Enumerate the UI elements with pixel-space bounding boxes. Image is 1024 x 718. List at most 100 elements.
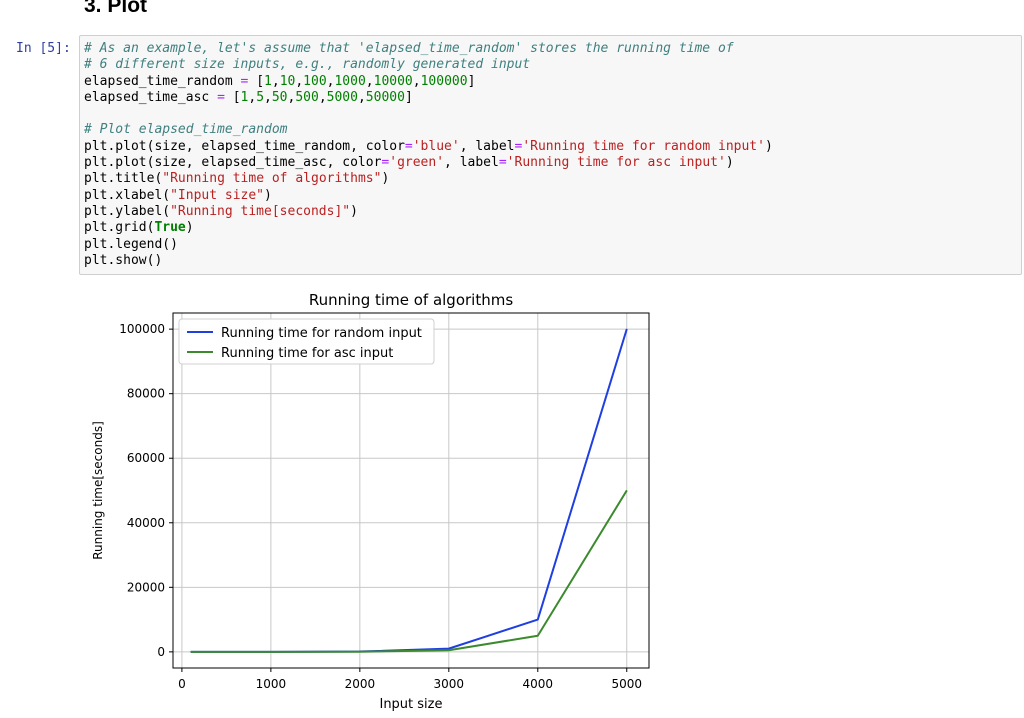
data-point (190, 651, 192, 653)
code-line: plt.show() (84, 253, 162, 268)
code-token: elapsed_time_asc (84, 89, 218, 105)
code-token: , (295, 73, 304, 89)
code-token: 5 (256, 89, 265, 105)
code-token: 1000 (334, 73, 366, 89)
code-token: plt.plot(size, elapsed_time_random, colo… (84, 138, 405, 154)
code-token: , (357, 89, 366, 105)
code-token: True (154, 220, 186, 236)
y-tick-label: 80000 (127, 387, 165, 401)
code-line: elapsed_time_asc = [1,5,50,500,5000,5000… (84, 90, 413, 105)
code-token: plt.legend() (84, 236, 178, 252)
code-line: # Plot elapsed_time_random (84, 122, 288, 137)
output-area: 0 1000 2000 3000 4000 5000 0 20000 40000 60000 800… (80, 282, 680, 714)
code-line: elapsed_time_random = [1,10,100,1000,100… (84, 74, 475, 89)
code-token: ) (350, 203, 358, 219)
code-line: plt.plot(size, elapsed_time_random, colo… (84, 139, 773, 154)
code-token: # As an example, let's assume that 'elap… (84, 41, 734, 56)
code-token: 100000 (420, 73, 468, 89)
data-point (359, 651, 361, 653)
code-line: plt.plot(size, elapsed_time_asc, color='… (84, 155, 734, 170)
code-token: plt.title( (84, 171, 163, 187)
code-token: = (217, 89, 225, 105)
code-token: # 6 different size inputs, e.g., randoml… (84, 57, 531, 73)
section-heading: 3. Plot (84, 0, 148, 17)
code-line: # As an example, let's assume that 'elap… (84, 41, 734, 56)
code-token: , label (459, 138, 515, 154)
x-tick-label: 1000 (256, 677, 287, 691)
code-token: 'green' (389, 155, 445, 171)
code-token: 50 (271, 89, 288, 105)
code-token: ] (467, 73, 476, 89)
data-point (448, 648, 450, 650)
code-token: , (318, 89, 327, 105)
code-token: 5000 (326, 89, 358, 105)
y-tick-label: 60000 (127, 451, 165, 465)
code-token: [ (224, 89, 241, 105)
code-token: , (365, 73, 374, 89)
code-token: plt.show() (84, 252, 163, 268)
y-tick-label: 0 (157, 645, 165, 659)
code-token: plt.grid( (84, 220, 155, 236)
x-tick-label: 5000 (611, 677, 642, 691)
x-tick-label: 4000 (523, 677, 554, 691)
code-token: "Running time of algorithms" (162, 171, 382, 187)
code-line: # 6 different size inputs, e.g., randoml… (84, 57, 530, 72)
series-line-2 (190, 489, 628, 653)
code-line: plt.legend() (84, 237, 178, 252)
code-token: 'Running time for asc input' (506, 155, 726, 171)
code-token: plt.plot(size, elapsed_time_asc, color (84, 155, 382, 171)
code-line: plt.xlabel("Input size") (84, 188, 272, 203)
code-token: , label (444, 155, 499, 171)
code-token: plt.xlabel( (84, 187, 171, 203)
data-point (626, 490, 628, 491)
code-token: = (404, 138, 413, 154)
code-token: 10000 (373, 73, 413, 89)
data-point (626, 328, 628, 330)
code-line: plt.ylabel("Running time[seconds]") (84, 204, 358, 219)
code-token: 100 (303, 73, 327, 89)
line-chart: 0 1000 2000 3000 4000 5000 0 20000 40000 60000 800… (91, 291, 650, 712)
code-cell[interactable]: # As an example, let's assume that 'elap… (79, 35, 1022, 275)
code-token: 500 (295, 89, 319, 105)
code-token: ) (185, 220, 194, 236)
code-line: plt.title("Running time of algorithms") (84, 171, 389, 186)
legend-label: Running time for random input (221, 326, 422, 341)
code-token: 50000 (365, 89, 405, 105)
code-token: plt.ylabel( (84, 203, 171, 219)
code-editor[interactable]: # As an example, let's assume that 'elap… (84, 41, 773, 269)
code-token: ) (764, 138, 773, 154)
code-token: ) (381, 171, 390, 187)
code-token: = (498, 155, 507, 171)
code-token: , (271, 73, 280, 89)
chart-title: Running time of algorithms (309, 291, 514, 309)
code-token: , (412, 73, 421, 89)
code-token: 1 (264, 73, 272, 89)
data-point (270, 651, 272, 653)
code-token: "Input size" (170, 187, 265, 203)
y-tick-label: 40000 (127, 516, 165, 530)
x-tick-label: 2000 (345, 677, 376, 691)
x-tick-label: 0 (178, 677, 186, 691)
y-axis-label: Running time[seconds] (91, 421, 105, 560)
series-line-1 (190, 328, 628, 653)
cell-prompt: In [5]: (16, 41, 71, 56)
code-token: "Running time[seconds]" (170, 203, 351, 219)
code-token: [ (248, 73, 265, 89)
data-point (448, 649, 450, 651)
data-point (537, 619, 539, 621)
code-token: 10 (279, 73, 296, 89)
code-token: , (264, 89, 272, 105)
y-tick-label: 20000 (127, 580, 165, 594)
code-token: ] (404, 89, 413, 105)
code-token: # Plot elapsed_time_random (84, 122, 288, 138)
code-line: plt.grid(True) (84, 220, 194, 235)
legend-label: Running time for asc input (221, 346, 393, 361)
y-tick-label: 100000 (119, 322, 165, 336)
code-token: elapsed_time_random (84, 73, 241, 89)
code-token: 'Running time for random input' (522, 138, 765, 154)
data-point (537, 635, 539, 637)
code-token: ) (725, 155, 734, 171)
code-token: 'blue' (412, 138, 460, 154)
x-tick-label: 3000 (434, 677, 465, 691)
x-axis-label: Input size (379, 697, 442, 712)
